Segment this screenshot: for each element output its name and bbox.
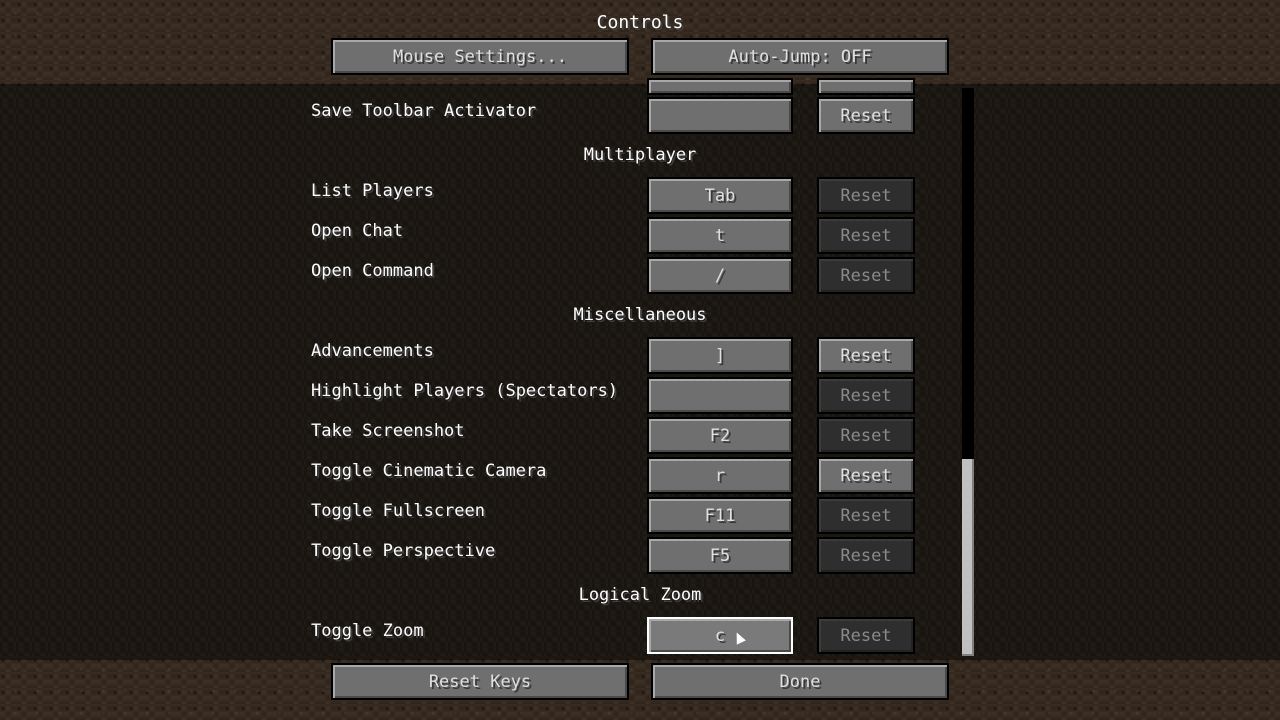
keybind-button-toggle-perspective[interactable]: F5 (647, 537, 793, 574)
keybind-button-list-players[interactable]: Tab (647, 177, 793, 214)
keybind-button-open-command[interactable]: / (647, 257, 793, 294)
keybind-label-toggle-cinematic-camera: Toggle Cinematic Camera (311, 461, 547, 481)
reset-button-toggle-cinematic-camera[interactable]: Reset (817, 457, 915, 494)
reset-keys-button[interactable]: Reset Keys (331, 663, 629, 700)
keybind-button-toggle-fullscreen[interactable]: F11 (647, 497, 793, 534)
keybind-label-list-players: List Players (311, 181, 434, 201)
footer-background (0, 656, 1280, 720)
keybind-label-toggle-zoom: Toggle Zoom (311, 621, 424, 641)
reset-button-advancements[interactable]: Reset (817, 337, 915, 374)
keybind-button-open-chat[interactable]: t (647, 217, 793, 254)
scrollbar-thumb[interactable] (962, 459, 974, 656)
category-logical-zoom: Logical Zoom (578, 585, 702, 605)
done-button[interactable]: Done (651, 663, 949, 700)
keybind-label-open-chat: Open Chat (311, 221, 404, 241)
reset-button-toggle-zoom[interactable]: Reset (817, 617, 915, 654)
keybind-label-advancements: Advancements (311, 341, 434, 361)
keybind-label-save-toolbar-activator: Save Toolbar Activator (311, 101, 537, 121)
keybind-label-open-command: Open Command (311, 261, 434, 281)
keybind-label-take-screenshot: Take Screenshot (311, 421, 465, 441)
page-title: Controls (596, 12, 684, 33)
reset-button-highlight-players[interactable]: Reset (817, 377, 915, 414)
reset-button-list-players[interactable]: Reset (817, 177, 915, 214)
keybind-button-highlight-players[interactable] (647, 377, 793, 414)
keybind-label-toggle-perspective: Toggle Perspective (311, 541, 496, 561)
keybind-label-toggle-fullscreen: Toggle Fullscreen (311, 501, 485, 521)
keybind-button-take-screenshot[interactable]: F2 (647, 417, 793, 454)
keybind-button-save-toolbar-activator[interactable] (647, 97, 793, 134)
mouse-settings-button[interactable]: Mouse Settings... (331, 38, 629, 75)
reset-button-save-toolbar-activator[interactable]: Reset (817, 97, 915, 134)
reset-button-toggle-perspective[interactable]: Reset (817, 537, 915, 574)
keybind-button-toggle-zoom[interactable]: c (647, 617, 793, 654)
keybind-button-partial[interactable] (647, 78, 793, 95)
reset-button-open-command[interactable]: Reset (817, 257, 915, 294)
auto-jump-toggle-button[interactable]: Auto-Jump: OFF (651, 38, 949, 75)
reset-button-toggle-fullscreen[interactable]: Reset (817, 497, 915, 534)
category-multiplayer: Multiplayer (583, 145, 697, 165)
keybind-label-highlight-players: Highlight Players (Spectators) (311, 381, 619, 401)
keybind-button-advancements[interactable]: ] (647, 337, 793, 374)
category-miscellaneous: Miscellaneous (573, 305, 707, 325)
keybind-button-toggle-cinematic-camera[interactable]: r (647, 457, 793, 494)
reset-button-open-chat[interactable]: Reset (817, 217, 915, 254)
keybind-list-background (0, 88, 1280, 656)
reset-button-take-screenshot[interactable]: Reset (817, 417, 915, 454)
reset-button-partial[interactable] (817, 78, 915, 95)
